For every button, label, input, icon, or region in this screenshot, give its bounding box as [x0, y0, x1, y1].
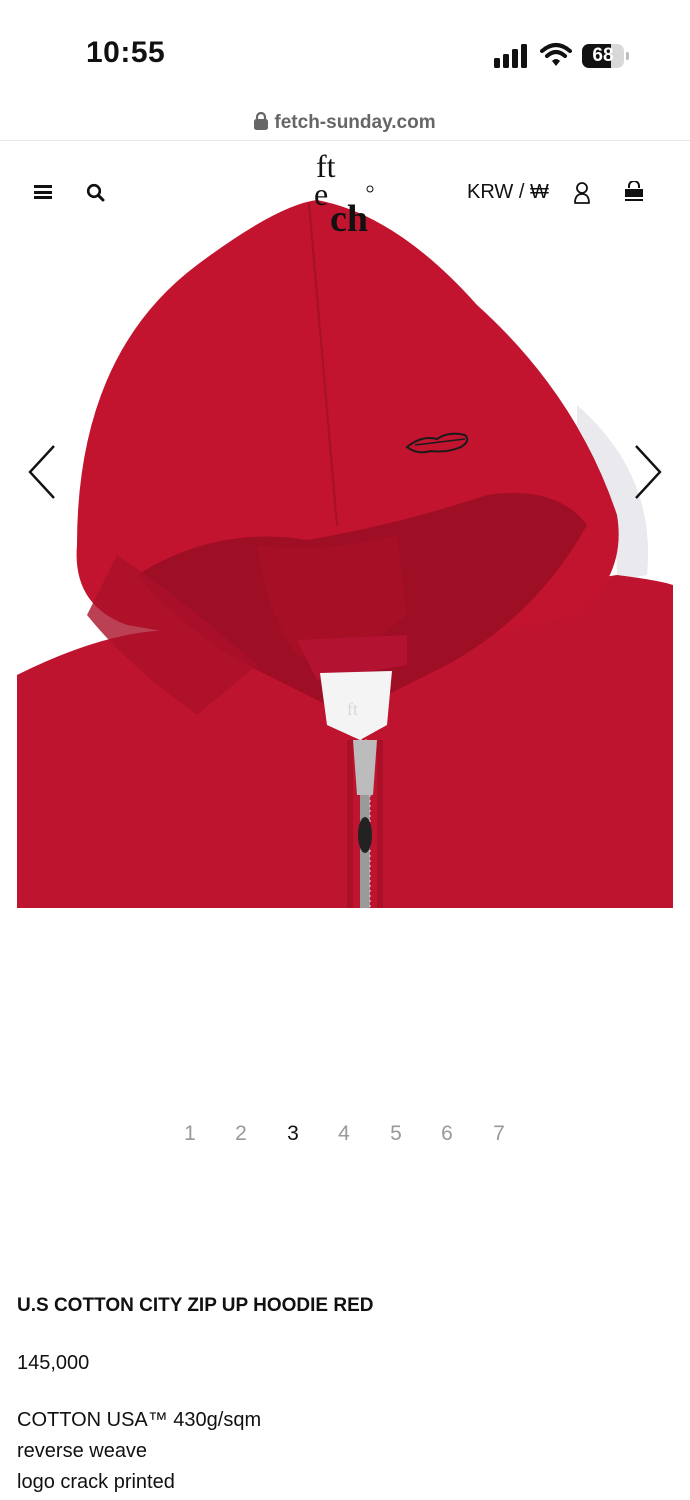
page-2[interactable]: 2: [231, 1122, 251, 1146]
address-bar[interactable]: fetch-sunday.com: [0, 104, 690, 141]
battery-level: 68: [592, 45, 614, 66]
status-bar: 10:55 68: [0, 0, 690, 100]
page-5[interactable]: 5: [386, 1122, 406, 1146]
page-3[interactable]: 3: [283, 1122, 303, 1146]
svg-text:ft: ft: [347, 699, 358, 719]
currency-selector[interactable]: KRW / ₩: [467, 181, 549, 204]
status-time: 10:55: [86, 36, 166, 69]
gallery-pagination: 1 2 3 4 5 6 7: [0, 1122, 690, 1152]
svg-text:ch: ch: [330, 198, 368, 233]
svg-text:e: e: [314, 176, 328, 212]
product-image[interactable]: ft: [17, 195, 673, 908]
search-icon[interactable]: [86, 183, 106, 203]
chevron-right-icon[interactable]: [626, 442, 666, 502]
wifi-icon: [540, 43, 572, 66]
logo[interactable]: ft e ch: [300, 147, 390, 240]
page-7[interactable]: 7: [489, 1122, 509, 1146]
description-line: logo crack printed: [17, 1471, 175, 1493]
chevron-left-icon[interactable]: [24, 442, 64, 502]
user-icon[interactable]: [572, 181, 592, 205]
lock-icon: [254, 112, 269, 130]
product-title: U.S COTTON CITY ZIP UP HOODIE RED: [17, 1295, 374, 1316]
page-1[interactable]: 1: [180, 1122, 200, 1146]
menu-icon[interactable]: [34, 185, 52, 199]
product-price: 145,000: [17, 1352, 90, 1374]
description-line: COTTON USA™ 430g/sqm: [17, 1409, 262, 1431]
cart-icon[interactable]: [623, 181, 645, 203]
logo-mark: ft e ch: [314, 148, 374, 240]
signal-icon: [494, 44, 527, 68]
url-text[interactable]: fetch-sunday.com: [274, 112, 435, 133]
site-header: ft e ch KRW / ₩: [0, 141, 690, 240]
description-line: reverse weave: [17, 1440, 148, 1462]
page-4[interactable]: 4: [334, 1122, 354, 1146]
battery-icon: 68: [582, 44, 630, 68]
hoodie-photo: ft: [17, 195, 673, 908]
page-6[interactable]: 6: [437, 1122, 457, 1146]
